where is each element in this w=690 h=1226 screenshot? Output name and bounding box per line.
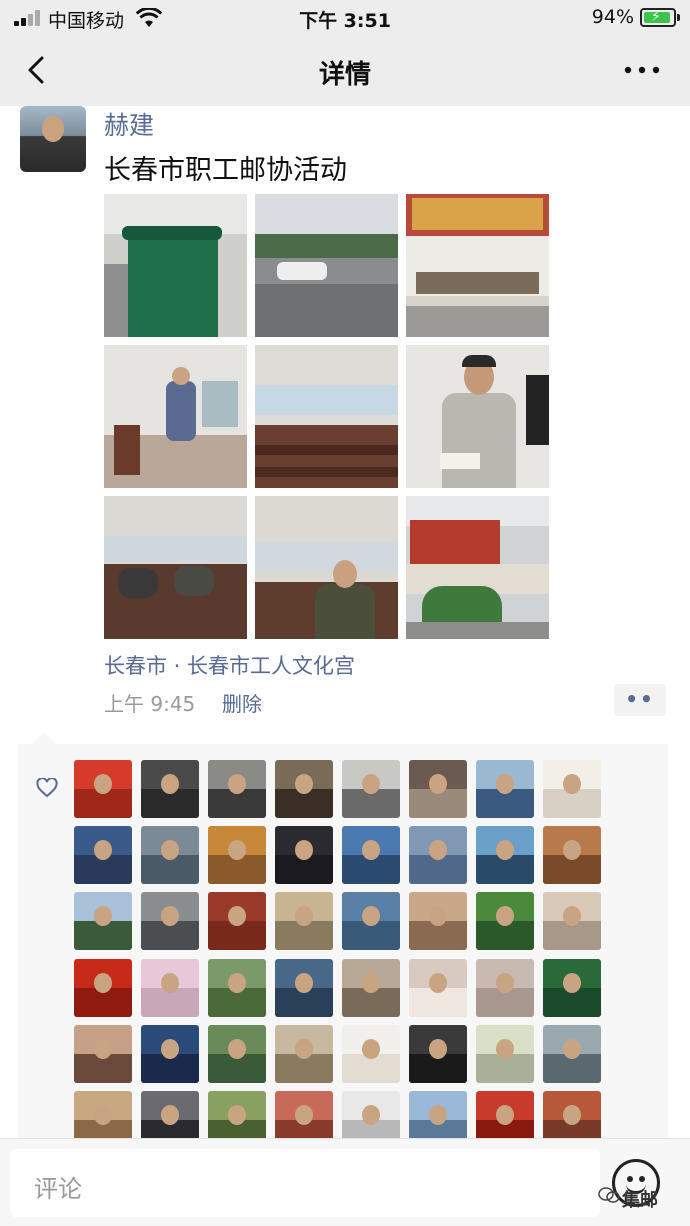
watermark-logo-icon xyxy=(598,1187,620,1203)
photo-grid xyxy=(104,194,550,640)
liker-avatar[interactable] xyxy=(74,892,132,950)
liker-avatar[interactable] xyxy=(409,1025,467,1083)
battery-percent: 94% xyxy=(591,6,634,28)
liker-avatar[interactable] xyxy=(74,1025,132,1083)
liker-avatar[interactable] xyxy=(543,959,601,1017)
page-title: 详情 xyxy=(318,60,371,90)
photo-speaker-1[interactable] xyxy=(104,345,247,488)
liker-avatar[interactable] xyxy=(342,760,400,818)
liker-avatar[interactable] xyxy=(342,1025,400,1083)
photo-meeting-room[interactable] xyxy=(255,345,398,488)
liker-avatar[interactable] xyxy=(409,760,467,818)
charging-bolt-icon: ⚡ xyxy=(651,9,661,25)
liker-avatar[interactable] xyxy=(409,826,467,884)
liker-avatar[interactable] xyxy=(409,959,467,1017)
liker-avatar[interactable] xyxy=(208,892,266,950)
liker-avatar[interactable] xyxy=(342,826,400,884)
post-text: 长春市职工邮协活动 xyxy=(104,155,347,186)
post-time: 上午 9:45 xyxy=(104,692,196,716)
liker-avatar[interactable] xyxy=(275,892,333,950)
liker-avatar[interactable] xyxy=(476,760,534,818)
liker-avatar[interactable] xyxy=(141,826,199,884)
comment-bar: 评论 xyxy=(0,1138,690,1226)
photo-street[interactable] xyxy=(255,194,398,337)
liker-avatar[interactable] xyxy=(342,892,400,950)
liker-avatar[interactable] xyxy=(208,826,266,884)
liker-avatar[interactable] xyxy=(476,826,534,884)
liker-avatar[interactable] xyxy=(141,760,199,818)
photo-building-exterior[interactable] xyxy=(406,496,549,639)
liker-avatar[interactable] xyxy=(543,892,601,950)
photo-audience-1[interactable] xyxy=(104,496,247,639)
post-location[interactable]: 长春市 · 长春市工人文化宫 xyxy=(104,650,355,680)
liker-avatar[interactable] xyxy=(476,959,534,1017)
photo-mailbox[interactable] xyxy=(104,194,247,337)
heart-icon xyxy=(36,778,58,798)
liker-avatar[interactable] xyxy=(74,959,132,1017)
delete-link[interactable]: 删除 xyxy=(222,688,262,717)
liker-avatar[interactable] xyxy=(543,826,601,884)
watermark-text: 集邮 xyxy=(622,1190,658,1211)
likes-panel xyxy=(18,732,668,1149)
liker-avatar[interactable] xyxy=(275,1025,333,1083)
liker-avatar[interactable] xyxy=(275,959,333,1017)
liker-avatar[interactable] xyxy=(275,760,333,818)
liker-avatar[interactable] xyxy=(476,1025,534,1083)
author-name[interactable]: 赫建 xyxy=(104,106,154,142)
photo-cultural-palace[interactable] xyxy=(406,194,549,337)
liker-avatar[interactable] xyxy=(342,959,400,1017)
more-dots-icon[interactable] xyxy=(622,58,662,82)
liker-avatar[interactable] xyxy=(141,892,199,950)
comment-like-dots-icon[interactable]: •• xyxy=(614,684,666,716)
liker-avatar[interactable] xyxy=(543,760,601,818)
liker-avatar[interactable] xyxy=(275,826,333,884)
liker-avatar[interactable] xyxy=(208,1025,266,1083)
liker-avatar[interactable] xyxy=(208,959,266,1017)
liker-avatar[interactable] xyxy=(141,959,199,1017)
photo-speaker-2[interactable] xyxy=(406,345,549,488)
liker-avatar[interactable] xyxy=(476,892,534,950)
battery-icon: ⚡ xyxy=(640,8,680,27)
liker-avatar[interactable] xyxy=(74,760,132,818)
liker-avatar[interactable] xyxy=(141,1025,199,1083)
status-bar: 中国移动 下午 3:51 94% ⚡ xyxy=(0,0,690,36)
nav-bar: 详情 xyxy=(0,36,690,106)
clock: 下午 3:51 xyxy=(299,10,391,32)
liker-avatar[interactable] xyxy=(409,892,467,950)
liker-avatar[interactable] xyxy=(74,826,132,884)
liker-avatar[interactable] xyxy=(543,1025,601,1083)
author-avatar[interactable] xyxy=(20,106,86,172)
liker-avatar[interactable] xyxy=(208,760,266,818)
comment-input[interactable]: 评论 xyxy=(10,1149,600,1217)
photo-audience-2[interactable] xyxy=(255,496,398,639)
